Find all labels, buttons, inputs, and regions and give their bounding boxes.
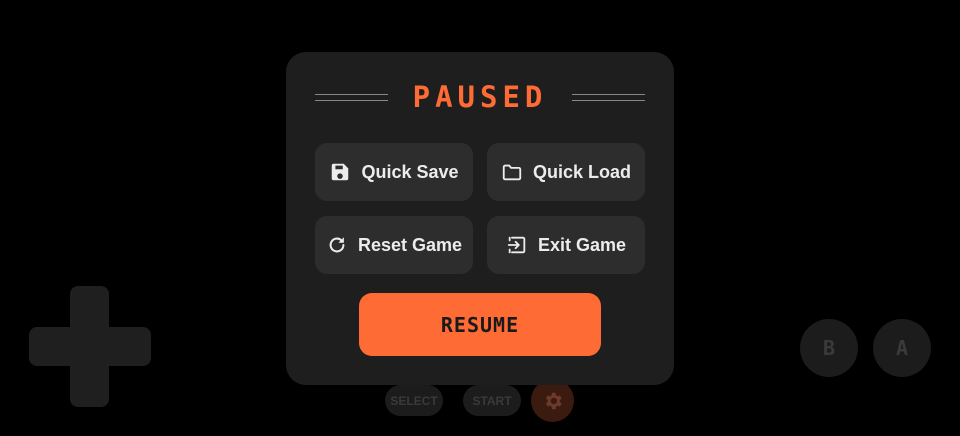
quick-save-button[interactable]: Quick Save: [315, 143, 473, 201]
a-button[interactable]: A: [873, 319, 931, 377]
start-button[interactable]: START: [463, 385, 521, 416]
title-rule-left: [315, 93, 388, 101]
reset-game-label: Reset Game: [357, 234, 463, 255]
quick-load-label: Quick Load: [532, 161, 631, 182]
pause-menu: PAUSED Quick Save Quick Load Reset Game: [286, 52, 674, 385]
exit-icon: [507, 236, 526, 254]
select-button[interactable]: SELECT: [385, 385, 443, 416]
quick-save-label: Quick Save: [361, 161, 459, 182]
pause-title: PAUSED: [412, 79, 548, 114]
floppy-disk-icon: [332, 163, 349, 181]
folder-icon: [502, 164, 522, 181]
resume-button[interactable]: RESUME: [359, 293, 601, 356]
refresh-icon: [329, 237, 345, 253]
pause-title-row: PAUSED: [315, 80, 645, 114]
exit-game-label: Exit Game: [537, 234, 627, 255]
title-rule-right: [571, 93, 645, 101]
reset-game-button[interactable]: Reset Game: [315, 216, 473, 274]
game-screen: B A SELECT START PAUSED Quick Save Quick…: [0, 0, 960, 436]
exit-game-button[interactable]: Exit Game: [487, 216, 645, 274]
b-button[interactable]: B: [800, 319, 858, 377]
gear-icon: [545, 392, 562, 409]
settings-button[interactable]: [531, 379, 574, 422]
dpad-horizontal-arm[interactable]: [29, 327, 151, 366]
quick-load-button[interactable]: Quick Load: [487, 143, 645, 201]
